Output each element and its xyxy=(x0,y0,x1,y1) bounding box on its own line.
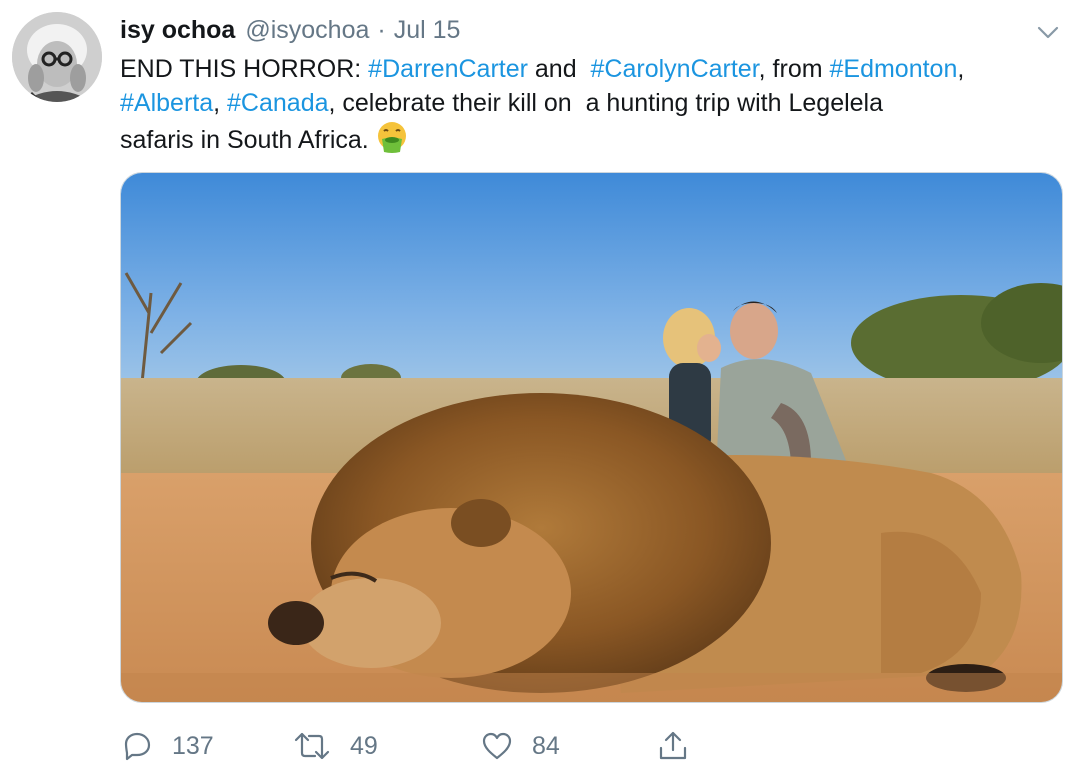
like-count: 84 xyxy=(532,731,560,760)
reply-count: 137 xyxy=(172,731,214,760)
chevron-down-icon[interactable] xyxy=(1034,18,1062,46)
like-button[interactable]: 84 xyxy=(480,726,560,766)
text-segment: , celebrate their kill on a hunting trip… xyxy=(328,89,884,117)
tweet-header: isy ochoa @isyochoa · Jul 15 xyxy=(120,12,460,48)
tweet-text-line-1: END THIS HORROR: #DarrenCarter and #Caro… xyxy=(120,52,1065,86)
display-name[interactable]: isy ochoa xyxy=(120,16,235,45)
text-segment: , xyxy=(957,55,965,83)
reply-icon xyxy=(120,729,154,763)
text-segment: , xyxy=(213,89,228,117)
user-handle[interactable]: @isyochoa xyxy=(245,16,369,45)
text-segment: END THIS HORROR: xyxy=(120,55,369,83)
tweet-date[interactable]: Jul 15 xyxy=(394,16,461,45)
face-vomiting-emoji xyxy=(375,120,409,163)
hashtag-canada[interactable]: #Canada xyxy=(227,89,328,117)
hashtag-alberta[interactable]: #Alberta xyxy=(120,89,213,117)
tweet-actions: 137 49 84 xyxy=(120,726,720,766)
text-segment: , from xyxy=(758,55,830,83)
tweet-text: END THIS HORROR: #DarrenCarter and #Caro… xyxy=(120,52,1065,163)
tweet-photo[interactable] xyxy=(120,172,1063,703)
retweet-button[interactable]: 49 xyxy=(292,726,378,766)
tweet-text-line-3: safaris in South Africa. xyxy=(120,120,1065,163)
like-icon xyxy=(480,729,514,763)
retweet-count: 49 xyxy=(350,731,378,760)
text-segment: and xyxy=(527,55,591,83)
share-icon xyxy=(656,729,690,763)
retweet-icon xyxy=(292,729,332,763)
hashtag-edmonton[interactable]: #Edmonton xyxy=(830,55,958,83)
hashtag-darrencarter[interactable]: #DarrenCarter xyxy=(368,55,528,83)
share-button[interactable] xyxy=(656,726,690,766)
text-segment: safaris in South Africa. xyxy=(120,126,369,154)
tweet-text-line-2: #Alberta, #Canada, celebrate their kill … xyxy=(120,86,1065,120)
hashtag-carolyncarter[interactable]: #CarolynCarter xyxy=(591,55,759,83)
tweet: isy ochoa @isyochoa · Jul 15 END THIS HO… xyxy=(0,0,1080,779)
photo-lion-hunters xyxy=(121,173,1062,702)
separator-dot: · xyxy=(377,15,386,44)
reply-button[interactable]: 137 xyxy=(120,726,214,766)
avatar-image xyxy=(12,12,102,102)
avatar[interactable] xyxy=(12,12,102,102)
